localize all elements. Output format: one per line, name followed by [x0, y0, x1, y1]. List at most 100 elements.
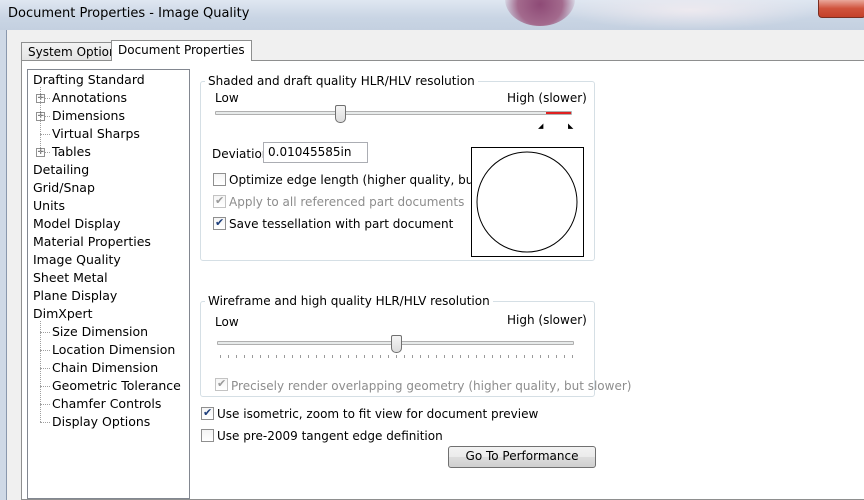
- slider-tick: [316, 355, 317, 358]
- tree-connector: [40, 422, 50, 423]
- shaded-high-label: High (slower): [507, 91, 587, 105]
- tree-connector: [40, 332, 50, 333]
- tree-item-label: Detailing: [33, 162, 90, 177]
- options-tree[interactable]: Drafting Standard Annotations + Dimensions +…: [27, 69, 190, 499]
- tree-item-label: Drafting Standard: [33, 72, 145, 87]
- save-tessellation-checkbox[interactable]: [213, 216, 226, 230]
- deviation-field[interactable]: 0.01045585in: [263, 142, 368, 163]
- tree-item-chain-dimension[interactable]: Chain Dimension: [52, 359, 158, 377]
- shaded-quality-slider-track[interactable]: [215, 111, 572, 115]
- tree-item-label: Model Display: [33, 216, 121, 231]
- save-tessellation-label: Save tessellation with part document: [229, 217, 454, 231]
- slider-tick: [372, 355, 373, 358]
- tree-item-material-properties[interactable]: Material Properties: [33, 233, 151, 251]
- slider-tick: [388, 355, 389, 358]
- slider-tick: [260, 355, 261, 358]
- tree-item-drafting-standard[interactable]: Drafting Standard: [33, 71, 145, 89]
- slider-tick: [356, 355, 357, 358]
- slider-tick: [276, 355, 277, 358]
- apply-all-label: Apply to all referenced part documents: [229, 195, 465, 209]
- slider-tick: [556, 355, 557, 358]
- close-button[interactable]: [818, 0, 864, 18]
- tree-item-plane-display[interactable]: Plane Display: [33, 287, 117, 305]
- tree-item-label: Units: [33, 198, 65, 213]
- apply-all-checkbox[interactable]: [213, 194, 226, 208]
- tree-item-model-display[interactable]: Model Display: [33, 215, 121, 233]
- slider-tick: [228, 355, 229, 358]
- slider-marker-icon: ◢: [538, 122, 544, 130]
- tree-item-grid-snap[interactable]: Grid/Snap: [33, 179, 95, 197]
- slider-tick: [364, 355, 365, 358]
- wireframe-slider-ticks: [220, 355, 574, 359]
- pre2009-tangent-label: Use pre-2009 tangent edge definition: [217, 429, 443, 443]
- tree-item-size-dimension[interactable]: Size Dimension: [52, 323, 148, 341]
- tree-item-tables[interactable]: Tables: [52, 143, 91, 161]
- shaded-quality-slider-thumb[interactable]: [334, 105, 346, 123]
- slider-tick: [564, 355, 565, 358]
- slider-tick: [380, 355, 381, 358]
- slider-tick: [300, 355, 301, 358]
- slider-tick: [268, 355, 269, 358]
- tree-item-label: Sheet Metal: [33, 270, 108, 285]
- tree-item-label: Geometric Tolerance: [52, 378, 181, 393]
- tree-connector: [40, 368, 50, 369]
- tree-connector: [40, 386, 50, 387]
- tessellation-preview: [471, 147, 584, 257]
- slider-tick: [404, 355, 405, 358]
- isometric-preview-checkbox[interactable]: [201, 406, 214, 420]
- go-to-performance-button[interactable]: Go To Performance: [448, 446, 596, 468]
- tree-item-label: Location Dimension: [52, 342, 176, 357]
- precise-render-checkbox[interactable]: [215, 377, 228, 391]
- go-to-performance-label: Go To Performance: [465, 449, 579, 463]
- tree-item-label: Annotations: [52, 90, 128, 105]
- slider-tick: [332, 355, 333, 358]
- tree-item-detailing[interactable]: Detailing: [33, 161, 89, 179]
- tree-item-label: DimXpert: [33, 306, 93, 321]
- slider-tick: [412, 355, 413, 358]
- wireframe-group-title: Wireframe and high quality HLR/HLV resol…: [205, 294, 493, 308]
- window-title: Document Properties - Image Quality: [8, 6, 250, 21]
- tree-item-dimensions[interactable]: Dimensions: [52, 107, 125, 125]
- tree-item-label: Virtual Sharps: [52, 126, 140, 141]
- slider-tick: [252, 355, 253, 358]
- tab-panel: Drafting Standard Annotations + Dimensions +…: [21, 60, 864, 500]
- tree-item-sheet-metal[interactable]: Sheet Metal: [33, 269, 108, 287]
- slider-tick: [284, 355, 285, 358]
- tab-label: Document Properties: [118, 43, 245, 57]
- title-bar: Document Properties - Image Quality: [0, 0, 864, 30]
- isometric-preview-label: Use isometric, zoom to fit view for docu…: [217, 407, 539, 421]
- slider-tick: [220, 355, 221, 358]
- tree-item-dimxpert[interactable]: DimXpert: [33, 305, 93, 323]
- slider-tick: [396, 355, 397, 358]
- tree-item-chamfer-controls[interactable]: Chamfer Controls: [52, 395, 161, 413]
- slider-tick: [340, 355, 341, 358]
- tree-item-units[interactable]: Units: [33, 197, 65, 215]
- tree-connector: [40, 87, 41, 152]
- slider-tick: [324, 355, 325, 358]
- tree-item-annotations[interactable]: Annotations: [52, 89, 127, 107]
- slider-tick: [436, 355, 437, 358]
- tree-item-virtual-sharps[interactable]: Virtual Sharps: [52, 125, 140, 143]
- tree-item-image-quality[interactable]: Image Quality: [33, 251, 121, 269]
- slider-tick: [460, 355, 461, 358]
- optimize-edge-checkbox[interactable]: [213, 173, 226, 186]
- pre2009-tangent-checkbox[interactable]: [201, 429, 214, 442]
- tree-item-label: Image Quality: [33, 252, 121, 267]
- tree-item-label: Chamfer Controls: [52, 396, 162, 411]
- tree-item-label: Plane Display: [33, 288, 118, 303]
- tree-connector: [40, 350, 50, 351]
- tree-item-label: Grid/Snap: [33, 180, 95, 195]
- tab-document-properties[interactable]: Document Properties: [111, 40, 252, 61]
- tree-item-location-dimension[interactable]: Location Dimension: [52, 341, 175, 359]
- shaded-low-label: Low: [215, 91, 239, 105]
- slider-tick: [532, 355, 533, 358]
- slider-tick: [452, 355, 453, 358]
- slider-tick: [516, 355, 517, 358]
- tree-item-label: Chain Dimension: [52, 360, 159, 375]
- slider-tick: [420, 355, 421, 358]
- tree-item-label: Material Properties: [33, 234, 151, 249]
- wireframe-quality-slider-thumb[interactable]: [390, 335, 402, 353]
- tree-item-display-options[interactable]: Display Options: [52, 413, 150, 431]
- tree-item-geometric-tolerance[interactable]: Geometric Tolerance: [52, 377, 181, 395]
- slider-tick: [292, 355, 293, 358]
